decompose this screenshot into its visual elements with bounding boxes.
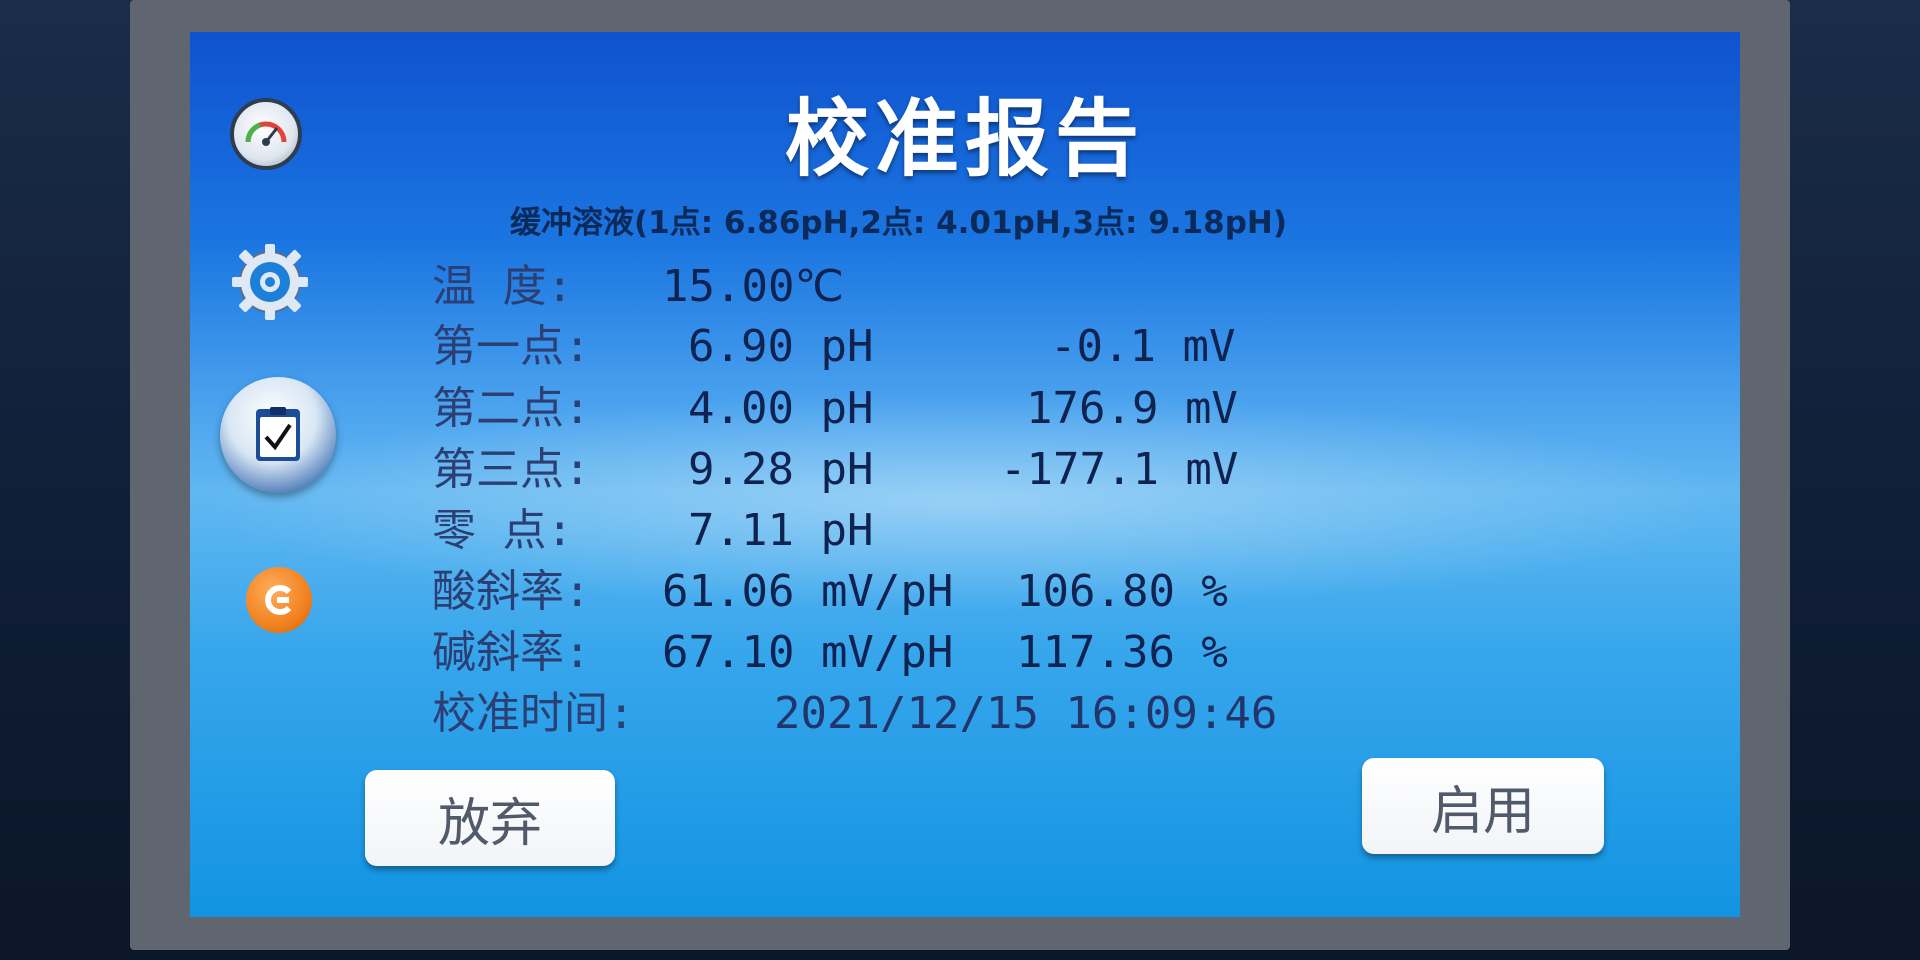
point2-label: 第二点: (432, 383, 591, 434)
gear-icon[interactable] (228, 240, 312, 324)
acid-slope-label: 酸斜率: (432, 566, 591, 617)
point3-ph: 9.28 pH (688, 444, 874, 495)
acid-slope-value: 61.06 mV/pH (662, 566, 954, 617)
gauge-icon[interactable] (230, 98, 302, 170)
gear-icon-graphic (232, 244, 308, 320)
point2-ph: 4.00 pH (688, 383, 874, 434)
enable-button[interactable]: 启用 (1362, 758, 1604, 854)
temperature-value: 15.00℃ (662, 261, 844, 312)
report-check-icon[interactable] (220, 377, 336, 493)
base-slope-percent: 117.36 % (1016, 627, 1228, 678)
buffer-solution-line: 缓冲溶液(1点: 6.86pH,2点: 4.01pH,3点: 9.18pH) (510, 205, 1288, 241)
zero-point-ph: 7.11 pH (688, 505, 874, 556)
point1-mv: -0.1 mV (1050, 321, 1236, 372)
base-slope-label: 碱斜率: (432, 627, 591, 678)
page-title: 校准报告 (784, 90, 1145, 188)
point2-mv: 176.9 mV (1026, 383, 1238, 434)
acid-slope-percent: 106.80 % (1016, 566, 1228, 617)
report-check-icon-graphic (256, 407, 300, 461)
zero-point-label: 零 点: (432, 505, 573, 556)
gauge-icon-graphic (245, 121, 287, 146)
exit-icon-graphic (265, 585, 292, 615)
point3-label: 第三点: (432, 444, 591, 495)
temperature-label: 温 度: (432, 261, 573, 312)
point3-mv: -177.1 mV (1000, 444, 1239, 495)
point1-ph: 6.90 pH (688, 321, 874, 372)
point1-label: 第一点: (432, 321, 591, 372)
discard-button[interactable]: 放弃 (365, 770, 615, 866)
screen-glare (190, 392, 1740, 612)
calibration-time-label: 校准时间: (432, 688, 635, 739)
base-slope-value: 67.10 mV/pH (662, 627, 954, 678)
touch-screen: 校准报告 缓冲溶液(1点: 6.86pH,2点: 4.01pH,3点: 9.18… (190, 32, 1740, 917)
calibration-time-value: 2021/12/15 16:09:46 (774, 688, 1278, 739)
exit-icon[interactable] (246, 567, 312, 633)
